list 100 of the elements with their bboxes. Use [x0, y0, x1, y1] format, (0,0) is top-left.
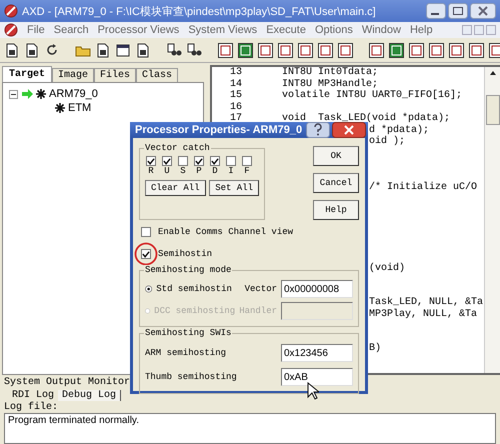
- panel-icon[interactable]: [237, 42, 254, 58]
- checkbox-label: Enable Comms Channel view: [158, 227, 294, 237]
- checkbox-label: S: [180, 166, 186, 176]
- menu-item[interactable]: System Views: [188, 24, 258, 36]
- code-line: Task_LED, NULL, &Ta: [369, 297, 484, 308]
- code-line: oid );: [369, 136, 406, 148]
- code-line: INT8U Int0Tdata;: [282, 67, 378, 78]
- checkbox[interactable]: [226, 156, 236, 166]
- panel-icon[interactable]: [488, 42, 500, 58]
- panel-tab[interactable]: Image: [52, 68, 94, 82]
- menu-item[interactable]: Options: [314, 24, 353, 36]
- checkbox[interactable]: [162, 156, 172, 166]
- panel-icon[interactable]: [257, 42, 274, 58]
- scrollbar[interactable]: [484, 67, 500, 373]
- help-button[interactable]: [306, 122, 330, 138]
- field-label: Thumb semihosting: [145, 372, 237, 382]
- code-line: volatile INT8U UART0_FIFO[16];: [282, 90, 462, 102]
- log-tab[interactable]: Debug Log: [58, 390, 122, 401]
- panel-icon[interactable]: [368, 42, 385, 58]
- panel-tab[interactable]: Files: [94, 68, 136, 82]
- panel-icon[interactable]: [428, 42, 445, 58]
- field-label: Handler: [239, 306, 277, 316]
- line-number: 13: [228, 67, 243, 78]
- button[interactable]: Clear All: [145, 180, 206, 196]
- code-line: d *pdata);: [369, 124, 430, 136]
- window-title: AXD - [ARM79_0 - F:\IC模块审查\pindest\mp3play\SD_FAT\User\main.c]: [22, 4, 377, 18]
- window-icon[interactable]: [115, 42, 132, 58]
- tree-item[interactable]: ETM: [68, 102, 92, 114]
- tree-item[interactable]: ARM79_0: [49, 88, 98, 100]
- burst-icon: [36, 89, 46, 99]
- checkbox-label: Semihostin: [158, 249, 212, 259]
- button[interactable]: Cancel: [313, 173, 359, 193]
- checkbox-label: F: [244, 166, 250, 176]
- panel-icon[interactable]: [217, 42, 234, 58]
- checkbox[interactable]: [210, 156, 220, 166]
- line-number: 16: [228, 102, 243, 113]
- checkbox[interactable]: [242, 156, 252, 166]
- field-label: Log file:: [4, 402, 60, 413]
- text-field[interactable]: 0xAB: [281, 368, 353, 386]
- radio-label: Std semihostin: [156, 284, 233, 294]
- maximize-button[interactable]: [448, 3, 468, 19]
- checkbox[interactable]: [141, 227, 151, 237]
- text-field[interactable]: 0x00000008: [281, 280, 353, 298]
- group-title: Semihosting SWIs: [144, 328, 232, 338]
- line-number: 14: [228, 78, 243, 90]
- menu-item[interactable]: Window: [362, 24, 401, 36]
- panel-tab[interactable]: Target: [2, 66, 52, 82]
- checkbox[interactable]: [146, 156, 156, 166]
- panel-icon[interactable]: [468, 42, 485, 58]
- code-line: MP3Play, NULL, &Ta: [369, 308, 478, 320]
- code-line: B): [369, 343, 382, 354]
- menu-item[interactable]: Help: [410, 24, 433, 36]
- checkbox[interactable]: [141, 249, 151, 259]
- panel-tab[interactable]: Class: [136, 68, 178, 82]
- app-icon: [4, 4, 18, 18]
- code-line: /* Initialize uC/O: [369, 182, 478, 194]
- checkbox[interactable]: [178, 156, 188, 166]
- checkbox-label: D: [212, 166, 218, 176]
- group-title: Vector catch: [144, 143, 211, 153]
- code-line: INT8U MP3Handle;: [282, 78, 378, 90]
- close-button[interactable]: [470, 3, 496, 19]
- checkbox-label: U: [164, 166, 170, 176]
- checkbox-label: I: [228, 166, 234, 176]
- line-number: 17: [228, 113, 243, 124]
- radio-label: DCC semihosting: [154, 306, 236, 316]
- panel-icon[interactable]: [408, 42, 425, 58]
- group-title: Semihosting mode: [144, 265, 232, 275]
- mouse-pointer-icon: [307, 382, 319, 400]
- menu-item[interactable]: File: [27, 24, 45, 36]
- menu-item[interactable]: Processor Views: [98, 24, 180, 36]
- collapse-icon[interactable]: [9, 90, 18, 98]
- log-text-area: Program terminated normally.: [4, 413, 496, 444]
- panel-icon[interactable]: [388, 42, 405, 58]
- panel-icon[interactable]: [337, 42, 354, 58]
- minimize-button[interactable]: [426, 3, 446, 19]
- scroll-thumb[interactable]: [486, 95, 500, 125]
- checkbox-label: R: [148, 166, 154, 176]
- app-icon: [4, 23, 18, 37]
- menu-item[interactable]: Search: [54, 24, 89, 36]
- checkbox-label: P: [196, 166, 202, 176]
- menu-item[interactable]: Execute: [266, 24, 306, 36]
- arrow-icon: [21, 89, 33, 99]
- panel-icon[interactable]: [448, 42, 465, 58]
- log-tab[interactable]: RDI Log: [8, 390, 58, 401]
- button[interactable]: Set All: [209, 180, 259, 196]
- button[interactable]: OK: [313, 146, 359, 166]
- checkbox[interactable]: [194, 156, 204, 166]
- panel-icon[interactable]: [297, 42, 314, 58]
- field-label: ARM semihosting: [145, 348, 226, 358]
- text-field[interactable]: 0x123456: [281, 344, 353, 362]
- dialog-title: Processor Properties- ARM79_0: [135, 124, 304, 136]
- panel-title: System Output Monitor: [4, 377, 130, 388]
- code-line: (void): [369, 262, 406, 274]
- field-label: Vector: [244, 284, 277, 294]
- panel-icon[interactable]: [317, 42, 334, 58]
- panel-icon[interactable]: [277, 42, 294, 58]
- button[interactable]: Help: [313, 200, 359, 220]
- burst-icon: [55, 103, 65, 113]
- radio-button[interactable]: [145, 284, 152, 294]
- close-button[interactable]: [332, 122, 366, 138]
